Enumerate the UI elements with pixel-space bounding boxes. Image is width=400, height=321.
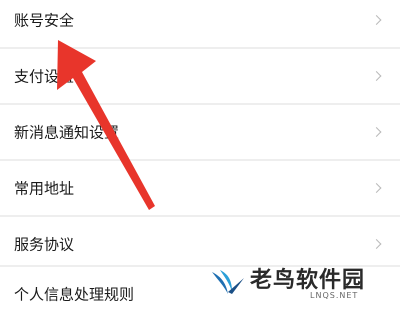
settings-item-account-security[interactable]: 账号安全 [0, 0, 400, 47]
settings-item-label: 支付设置 [14, 67, 75, 86]
settings-item-label: 常用地址 [14, 179, 75, 198]
settings-item-label: 账号安全 [14, 11, 75, 30]
bird-logo-icon [212, 270, 244, 294]
chevron-right-icon [371, 71, 382, 81]
settings-item-addresses[interactable]: 常用地址 [0, 161, 400, 215]
settings-item-label: 个人信息处理规则 [14, 285, 135, 304]
chevron-right-icon [371, 239, 382, 249]
chevron-right-icon [371, 127, 382, 137]
chevron-right-icon [371, 15, 382, 25]
watermark-domain: LNQS.NET [310, 291, 359, 300]
settings-item-notifications[interactable]: 新消息通知设置 [0, 105, 400, 159]
watermark: 老鸟软件园 LNQS.NET [210, 262, 380, 302]
settings-item-label: 服务协议 [14, 235, 75, 254]
settings-item-payment[interactable]: 支付设置 [0, 49, 400, 103]
settings-item-label: 新消息通知设置 [14, 123, 120, 142]
chevron-right-icon [371, 183, 382, 193]
watermark-brand: 老鸟软件园 [250, 267, 366, 292]
